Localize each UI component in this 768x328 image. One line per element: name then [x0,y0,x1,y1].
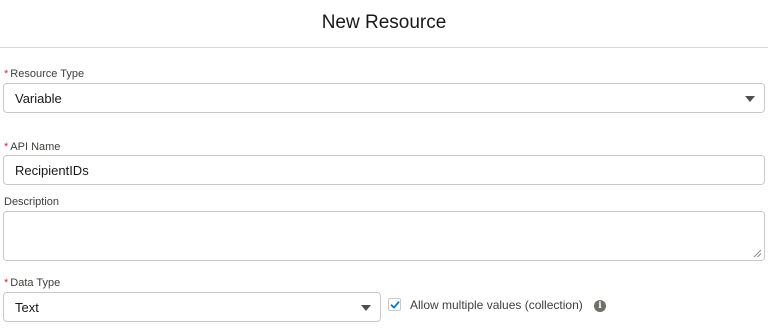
required-marker: * [4,141,9,153]
resource-type-label-text: Resource Type [10,68,85,80]
data-type-label: * Data Type [4,277,60,289]
new-resource-modal: New Resource * Resource Type Variable * AP… [0,0,768,328]
description-label-text: Description [4,196,60,208]
info-icon[interactable]: i [594,300,606,312]
check-icon [390,301,400,309]
api-name-label: * API Name [4,141,60,153]
description-label: Description [4,196,59,208]
data-type-label-text: Data Type [10,277,61,289]
description-textarea[interactable] [3,211,765,261]
chevron-down-icon[interactable] [745,96,755,102]
resize-handle-icon[interactable] [753,249,761,257]
data-type-value: Text [15,299,39,315]
modal-title: New Resource [321,11,447,33]
api-name-label-text: API Name [10,141,61,153]
api-name-value: RecipientIDs [15,162,89,178]
resource-type-label: * Resource Type [4,68,84,80]
required-marker: * [4,277,9,289]
resource-type-value: Variable [15,90,62,106]
modal-header: New Resource [0,0,768,48]
allow-multiple-checkbox[interactable] [388,298,401,311]
chevron-down-icon[interactable] [361,305,371,311]
resource-type-select[interactable]: Variable [3,83,765,113]
allow-multiple-label[interactable]: Allow multiple values (collection) [410,298,583,312]
required-marker: * [4,68,9,80]
data-type-select[interactable]: Text [3,292,381,322]
api-name-input[interactable]: RecipientIDs [3,155,765,185]
